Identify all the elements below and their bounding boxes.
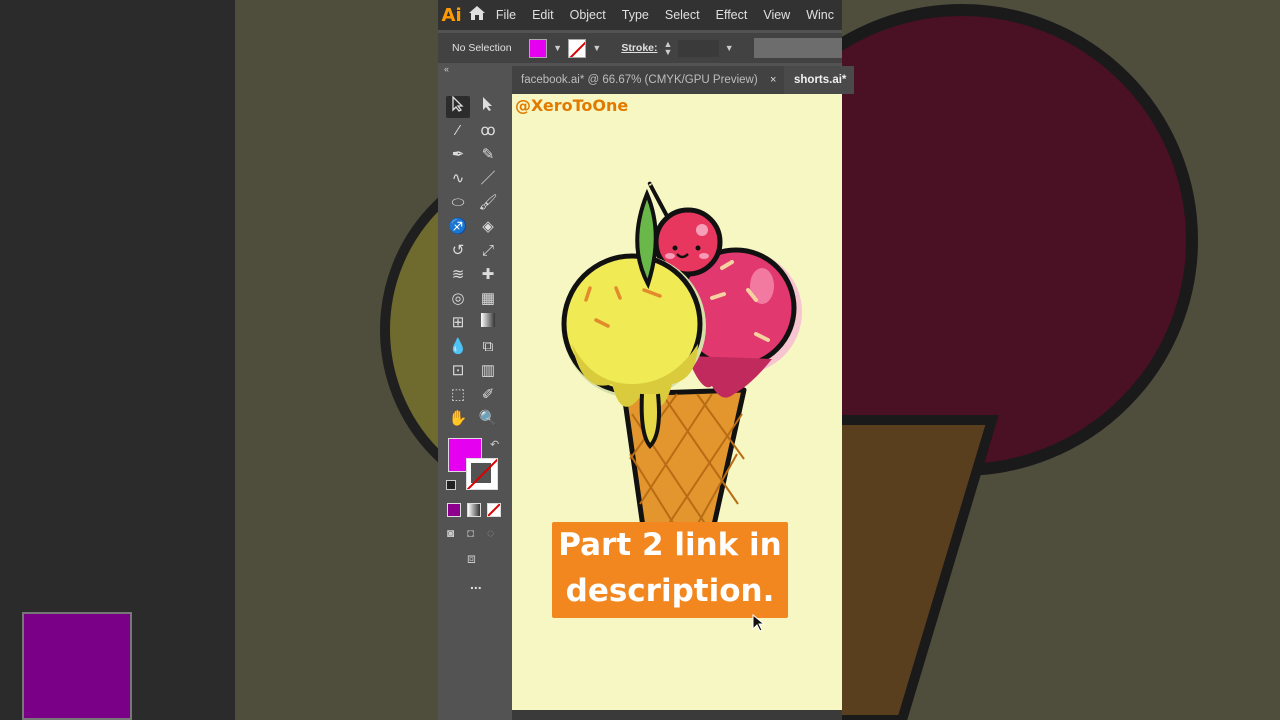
chevron-down-icon[interactable]: ▼ (553, 43, 562, 53)
rotate-icon[interactable]: ↺ (446, 240, 470, 262)
selection-tool-icon[interactable] (446, 95, 470, 118)
mesh-icon[interactable]: ⊞ (446, 312, 470, 334)
collapse-panel-icon[interactable]: « (444, 64, 449, 74)
menu-bar: Ai File Edit Object Type Select Effect V… (438, 0, 842, 30)
tools-panel: ⁄ ꝏ ✒ ✎ ∿ ／ ⬭ 🖌 ♐ ◈ ↺ ⤢ ≋ ✚ ◎ ▦ ⊞ 💧 ⧉ ⊡ … (442, 92, 508, 612)
control-bar: No Selection ▼ ▼ Stroke: ▲ ▼ ▼ (438, 33, 843, 63)
menu-view[interactable]: View (755, 8, 798, 22)
free-transform-icon[interactable]: ✚ (476, 264, 500, 286)
menu-effect[interactable]: Effect (708, 8, 756, 22)
blend-icon[interactable]: ⧉ (476, 336, 500, 358)
draw-behind-icon[interactable]: ◘ (467, 526, 474, 540)
selection-status: No Selection (452, 42, 512, 54)
eyedropper-icon[interactable]: 💧 (446, 336, 470, 358)
chevron-down-icon[interactable]: ▼ (725, 43, 734, 53)
shaper-icon[interactable]: ♐ (446, 216, 470, 238)
direct-selection-tool-icon[interactable] (476, 96, 500, 118)
menu-edit[interactable]: Edit (524, 8, 562, 22)
blurred-background-left (0, 0, 438, 720)
swap-colors-icon[interactable]: ↶ (490, 438, 499, 451)
app-logo: Ai (441, 4, 462, 26)
menu-select[interactable]: Select (657, 8, 708, 22)
paintbrush-icon[interactable]: 🖌 (476, 192, 500, 214)
menu-window[interactable]: Winc (798, 8, 842, 22)
stroke-color-box[interactable] (466, 458, 498, 490)
default-colors-icon[interactable] (446, 480, 456, 490)
perspective-grid-icon[interactable]: ▦ (476, 288, 500, 310)
eraser-icon[interactable]: ◈ (476, 216, 500, 238)
scale-icon[interactable]: ⤢ (476, 240, 500, 262)
zoom-icon[interactable]: 🔍 (476, 408, 500, 430)
pen-tool-icon[interactable]: ✒ (446, 144, 470, 166)
screen-mode-icon[interactable]: ⧈ (467, 550, 476, 567)
stroke-stepper[interactable]: ▲ ▼ (664, 40, 673, 57)
caption-line-1: Part 2 link in (558, 527, 782, 563)
more-tools-icon[interactable]: ... (470, 576, 482, 592)
tab-shorts[interactable]: shorts.ai* (784, 66, 854, 94)
status-bar (512, 710, 842, 720)
stroke-color-swatch[interactable] (568, 38, 587, 58)
menu-file[interactable]: File (488, 8, 524, 22)
mouse-cursor-icon (752, 614, 766, 632)
magic-wand-icon[interactable]: ⁄ (446, 120, 470, 142)
caption-banner: Part 2 link in description. (552, 522, 788, 618)
warp-icon[interactable]: ≋ (446, 264, 470, 286)
artboard-icon[interactable]: ⬚ (446, 384, 470, 406)
curvature-icon[interactable]: ✎ (476, 144, 500, 166)
document-tabs: facebook.ai* @ 66.67% (CMYK/GPU Preview)… (512, 66, 854, 94)
menu-object[interactable]: Object (562, 8, 614, 22)
slice-icon[interactable]: ✐ (476, 384, 500, 406)
tab-label: facebook.ai* @ 66.67% (CMYK/GPU Preview) (521, 74, 758, 86)
lasso-icon[interactable]: ꝏ (476, 120, 500, 142)
close-icon[interactable]: × (770, 66, 776, 94)
blurred-ice-cream-right (842, 4, 1198, 720)
none-mode-icon[interactable] (487, 503, 501, 517)
type-tool-icon[interactable]: ∿ (446, 168, 470, 190)
stroke-label[interactable]: Stroke: (621, 42, 657, 54)
hand-icon[interactable]: ✋ (446, 408, 470, 430)
draw-inside-icon[interactable]: ◌ (487, 526, 494, 540)
illustrator-window: Ai File Edit Object Type Select Effect V… (438, 0, 854, 720)
home-button[interactable] (465, 5, 488, 26)
draw-normal-icon[interactable]: ◙ (447, 526, 454, 540)
ellipse-tool-icon[interactable]: ⬭ (446, 192, 470, 214)
graphic-style-box[interactable] (753, 38, 843, 58)
tab-label: shorts.ai* (794, 74, 847, 86)
menu-type[interactable]: Type (614, 8, 657, 22)
chevron-down-icon[interactable]: ▼ (592, 43, 601, 53)
shape-builder-icon[interactable]: ◎ (446, 288, 470, 310)
artboard-canvas[interactable]: @XeroToOne Part 2 link in description. (512, 94, 842, 710)
column-graph-icon[interactable]: ▥ (476, 360, 500, 382)
color-mode-icon[interactable] (447, 503, 461, 517)
tab-facebook[interactable]: facebook.ai* @ 66.67% (CMYK/GPU Preview) (512, 66, 791, 94)
stroke-weight-input[interactable] (678, 39, 719, 57)
symbol-sprayer-icon[interactable]: ⊡ (446, 360, 470, 382)
blurred-background-right (842, 0, 1280, 720)
caption-line-2: description. (565, 573, 775, 609)
gradient-mode-icon[interactable] (467, 503, 481, 517)
gradient-icon[interactable] (476, 312, 500, 334)
line-tool-icon[interactable]: ／ (476, 168, 500, 190)
home-icon (468, 5, 485, 20)
blurred-ice-cream-left (380, 197, 438, 463)
fill-color-swatch[interactable] (528, 38, 548, 58)
